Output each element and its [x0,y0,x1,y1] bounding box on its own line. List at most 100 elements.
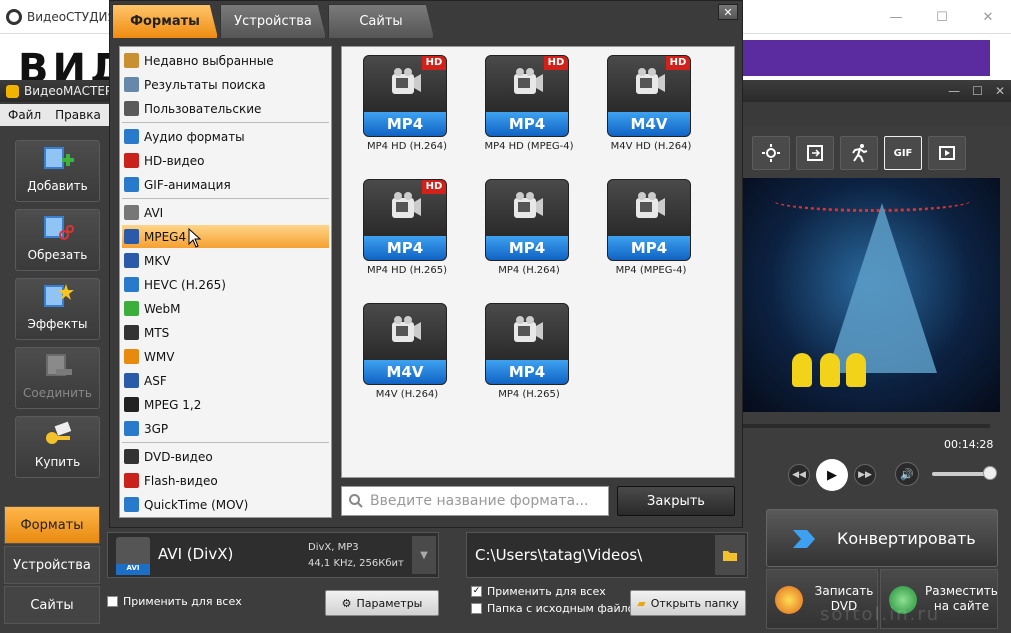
next-button[interactable]: ▶▶ [854,464,876,486]
browse-folder-button[interactable] [715,535,745,575]
format-card-0[interactable]: MP4 HD MP4 HD (H.264) [352,49,462,161]
camcorder-icon [514,192,543,218]
category-item-14[interactable]: MPEG 1,2 [122,393,329,416]
category-item-5[interactable]: GIF-анимация [122,173,329,196]
open-folder-button[interactable]: ▰ Открыть папку [630,590,746,616]
minimize-icon[interactable]: — [873,0,919,34]
sun-icon [762,144,780,162]
open-folder-label: Открыть папку [650,596,739,610]
category-item-4[interactable]: HD-видео [122,149,329,172]
volume-slider[interactable] [932,472,990,476]
category-item-2[interactable]: Пользовательские [122,97,329,120]
checkbox-box-checked[interactable]: ✓ [471,586,482,597]
format-card-1[interactable]: MP4 HD MP4 HD (MPEG-4) [474,49,584,161]
category-item-9[interactable]: HEVC (H.265) [122,273,329,296]
bottom-tab-formats[interactable]: Форматы [4,506,100,544]
format-tile[interactable]: M4V HD [607,55,691,137]
video-preview[interactable] [742,178,1000,412]
format-card-3[interactable]: MP4 HD MP4 HD (H.265) [352,173,462,285]
effects-button[interactable]: Эффекты [15,278,100,340]
brightness-button[interactable] [752,136,790,170]
format-tile[interactable]: M4V [363,303,447,385]
timeline-bar[interactable] [742,424,990,428]
category-item-0[interactable]: Недавно выбранные [122,49,329,72]
category-item-1[interactable]: Результаты поиска [122,73,329,96]
category-item-13[interactable]: ASF [122,369,329,392]
format-card-5[interactable]: MP4 MP4 (MPEG-4) [596,173,706,285]
menu-file[interactable]: Файл [8,108,41,122]
cut-icon [42,213,74,243]
format-caption: MP4 (MPEG-4) [615,265,687,276]
category-item-8[interactable]: MKV [122,249,329,272]
category-item-18[interactable]: QuickTime (MOV) [122,493,329,516]
menu-edit[interactable]: Правка [55,108,101,122]
buy-button[interactable]: Купить [15,416,100,478]
maximize-icon[interactable]: ☐ [919,0,965,34]
close-button[interactable]: Закрыть [617,486,735,516]
format-tile[interactable]: MP4 [485,179,569,261]
dialog-tab-formats[interactable]: Форматы [112,4,218,38]
category-item-11[interactable]: MTS [122,321,329,344]
gif-button[interactable]: GIF [884,136,922,170]
category-label: Недавно выбранные [144,53,274,68]
category-item-10[interactable]: WebM [122,297,329,320]
category-item-7[interactable]: MPEG4 [122,225,329,248]
videomaster-window-controls: — ☐ ✕ [948,80,1005,102]
category-item-16[interactable]: DVD-видео [122,445,329,468]
format-info: DivX, MP3 44,1 KHz, 256Кбит [308,540,404,572]
format-search-input[interactable] [370,493,600,509]
params-button[interactable]: ⚙ Параметры [325,590,439,616]
category-item-3[interactable]: Аудио форматы [122,125,329,148]
checkbox-box[interactable] [471,603,482,614]
category-item-15[interactable]: 3GP [122,417,329,440]
format-card-4[interactable]: MP4 MP4 (H.264) [474,173,584,285]
category-separator [122,122,329,123]
format-tile[interactable]: MP4 HD [485,55,569,137]
hd-badge: HD [422,56,446,70]
add-button[interactable]: Добавить [15,140,100,202]
format-card-7[interactable]: MP4 MP4 (H.265) [474,297,584,409]
close-icon[interactable]: ✕ [965,0,1011,34]
output-path-box[interactable]: C:\Users\tatag\Videos\ [466,532,748,578]
apply-all-left-checkbox[interactable]: Применить для всех [107,595,242,608]
apply-all-right-checkbox[interactable]: ✓ Применить для всех [471,585,606,598]
category-item-12[interactable]: WMV [122,345,329,368]
play-button[interactable]: ▶ [816,459,848,491]
cut-button[interactable]: Обрезать [15,209,100,271]
convert-button[interactable]: Конвертировать [766,509,998,567]
search-results-icon [124,77,139,92]
category-item-17[interactable]: Flash-видео [122,469,329,492]
flash-icon [124,473,139,488]
source-folder-label: Папка с исходным файлом [487,602,643,615]
bottom-tab-sites[interactable]: Сайты [4,586,100,624]
source-folder-checkbox[interactable]: Папка с исходным файлом [471,602,643,615]
format-card-6[interactable]: M4V M4V (H.264) [352,297,462,409]
category-item-6[interactable]: AVI [122,201,329,224]
format-dropdown-button[interactable]: ▼ [412,536,436,574]
mouse-cursor-icon [188,228,202,248]
dialog-tab-devices[interactable]: Устройства [220,4,326,38]
format-tile[interactable]: MP4 [607,179,691,261]
checkbox-box[interactable] [107,596,118,607]
minimize-icon[interactable]: — [948,84,960,98]
format-label: MP4 [364,112,446,136]
selected-format-box[interactable]: AVI AVI (DivX) DivX, MP3 44,1 KHz, 256Кб… [107,532,439,578]
film-reel-icon [124,205,139,220]
previous-button[interactable]: ◀◀ [788,464,810,486]
volume-icon[interactable]: 🔊 [895,462,919,486]
fullscreen-button[interactable] [928,136,966,170]
dialog-close-icon[interactable]: ✕ [718,4,738,20]
close-icon[interactable]: ✕ [995,84,1005,98]
maximize-icon[interactable]: ☐ [972,84,983,98]
dialog-tab-sites[interactable]: Сайты [328,4,434,38]
speed-button[interactable] [840,136,878,170]
format-tile[interactable]: MP4 HD [363,55,447,137]
format-tile[interactable]: MP4 [485,303,569,385]
rotate-button[interactable] [796,136,834,170]
bottom-tab-devices[interactable]: Устройства [4,546,100,584]
format-tile[interactable]: MP4 HD [363,179,447,261]
format-search-box[interactable] [341,486,609,516]
volume-knob[interactable] [983,466,997,480]
join-button[interactable]: Соединить [15,347,100,409]
format-card-2[interactable]: M4V HD M4V HD (H.264) [596,49,706,161]
